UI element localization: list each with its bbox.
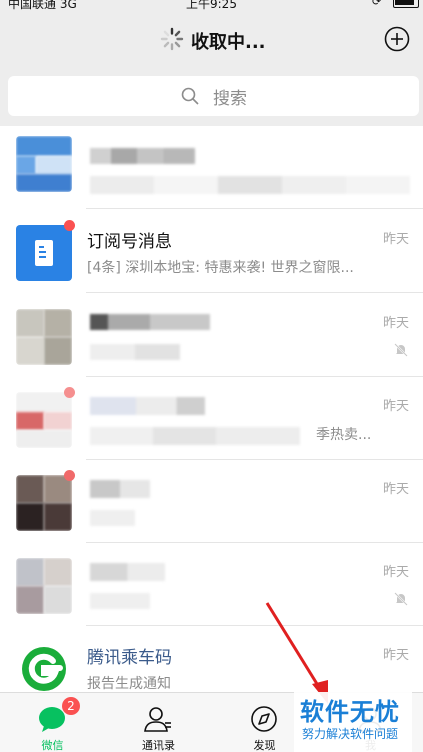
watermark-title: 软件无忧: [300, 698, 400, 726]
divider: [86, 292, 423, 293]
subscription-avatar: [16, 225, 72, 281]
avatar: [16, 475, 72, 531]
watermark-subtitle: 努力解决软件问题: [302, 727, 399, 741]
unread-badge: 2: [62, 697, 80, 715]
blurred-preview: [90, 344, 180, 360]
transit-logo-icon: [22, 647, 66, 691]
tab-label: 微信: [41, 739, 64, 752]
clock: 上午9:25: [186, 0, 237, 11]
unread-dot: [64, 470, 75, 481]
chat-time: 昨天: [382, 399, 409, 414]
chat-list: 订阅号消息 [4条] 深圳本地宝: 特惠来袭! 世界之窗限... 昨天 昨天 季…: [0, 126, 423, 692]
chat-row[interactable]: [0, 126, 423, 209]
tab-label: 通讯录: [142, 739, 175, 752]
battery-icon: [393, 0, 419, 8]
tab-chats[interactable]: 2 微信: [0, 693, 105, 752]
chat-preview: 报告生成通知: [87, 676, 171, 692]
nav-header: 收取中...: [0, 18, 423, 66]
blurred-preview: [90, 427, 300, 445]
chat-preview: [4条] 深圳本地宝: 特惠来袭! 世界之窗限...: [87, 260, 354, 276]
transit-code-avatar: [16, 641, 72, 692]
blurred-name: [90, 314, 210, 330]
avatar: [16, 392, 72, 448]
chat-time: 昨天: [382, 565, 409, 580]
mute-bell-icon: [394, 343, 408, 357]
avatar: [16, 309, 72, 365]
blurred-preview: [90, 176, 410, 194]
status-bar: 中国联通 3G 上午9:25 ⟳: [0, 0, 423, 18]
chat-row[interactable]: 昨天: [0, 460, 423, 543]
chat-time: 昨天: [382, 232, 409, 247]
blurred-preview: [90, 593, 150, 609]
chat-row[interactable]: 昨天: [0, 294, 423, 377]
chat-name: 腾讯乘车码: [87, 648, 172, 668]
blurred-name: [90, 563, 165, 581]
chat-row-tencent-transit[interactable]: 腾讯乘车码 报告生成通知 昨天: [0, 626, 423, 692]
mute-bell-icon: [394, 592, 408, 606]
divider: [86, 208, 423, 209]
blurred-name: [90, 397, 205, 415]
chat-preview: 季热卖...: [316, 427, 372, 443]
avatar: [16, 136, 72, 192]
search-placeholder: 搜索: [213, 89, 247, 109]
contacts-icon: [144, 707, 171, 732]
search-bar[interactable]: 搜索: [8, 76, 419, 116]
loading-spinner-icon: [160, 27, 184, 51]
search-icon: [181, 87, 199, 105]
tab-contacts[interactable]: 通讯录: [106, 693, 211, 752]
chat-row-subscriptions[interactable]: 订阅号消息 [4条] 深圳本地宝: 特惠来袭! 世界之窗限... 昨天: [0, 210, 423, 293]
blurred-preview: [90, 510, 135, 526]
chat-time: 昨天: [382, 482, 409, 497]
add-button[interactable]: [384, 26, 410, 52]
watermark: 软件无忧 努力解决软件问题: [294, 692, 412, 752]
unread-dot: [64, 387, 75, 398]
chat-time: 昨天: [382, 648, 409, 663]
blurred-name: [90, 480, 150, 498]
document-icon: [35, 240, 53, 266]
avatar: [16, 558, 72, 614]
chat-name: 订阅号消息: [87, 232, 172, 252]
chat-row[interactable]: 昨天: [0, 543, 423, 626]
unread-dot: [64, 220, 75, 231]
page-title: 收取中...: [191, 32, 266, 53]
carrier-label: 中国联通 3G: [8, 0, 77, 11]
chat-time: 昨天: [382, 316, 409, 331]
rotation-lock-icon: ⟳: [372, 0, 382, 8]
blurred-name: [90, 148, 195, 164]
chat-row[interactable]: 季热卖... 昨天: [0, 377, 423, 460]
